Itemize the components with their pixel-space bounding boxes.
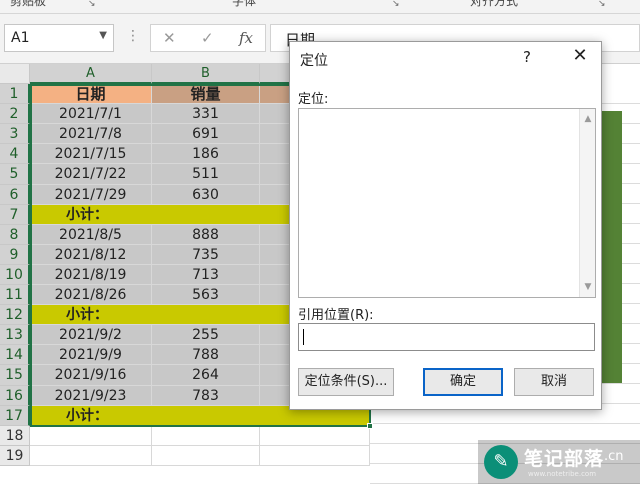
cell-empty[interactable] xyxy=(260,446,370,466)
row-header[interactable]: 14 xyxy=(0,345,30,365)
row-header[interactable]: 11 xyxy=(0,285,30,305)
font-launcher-icon[interactable]: ↘ xyxy=(392,0,402,9)
cell-date[interactable]: 2021/8/12 xyxy=(30,245,152,265)
cell-date[interactable]: 2021/7/15 xyxy=(30,144,152,164)
clipboard-launcher-icon[interactable]: ↘ xyxy=(88,0,98,9)
cell-date[interactable]: 2021/7/1 xyxy=(30,104,152,124)
cell-empty[interactable] xyxy=(152,426,260,446)
pen-logo-icon: ✎ xyxy=(484,445,518,479)
cell-sales[interactable]: 630 xyxy=(152,185,260,205)
column-header-b[interactable]: B xyxy=(152,64,260,84)
cell-sales[interactable]: 331 xyxy=(152,104,260,124)
help-icon[interactable]: ? xyxy=(523,48,531,66)
cell-date[interactable]: 2021/9/2 xyxy=(30,325,152,345)
cell-sales[interactable]: 264 xyxy=(152,365,260,386)
scroll-down-icon[interactable]: ▼ xyxy=(580,279,596,295)
row-header[interactable]: 15 xyxy=(0,365,30,386)
cell-date[interactable]: 2021/9/16 xyxy=(30,365,152,386)
cell-sales[interactable]: 783 xyxy=(152,386,260,406)
watermark: ✎ 笔记部落 .cn www.notetribe.com xyxy=(478,440,640,484)
scrollbar[interactable]: ▲ ▼ xyxy=(579,109,595,297)
reference-input[interactable] xyxy=(298,323,595,351)
name-box[interactable]: A1 ▼ xyxy=(4,24,114,52)
row-header[interactable]: 4 xyxy=(0,144,30,164)
cell-date[interactable]: 2021/8/5 xyxy=(30,225,152,245)
cell-sales[interactable]: 888 xyxy=(152,225,260,245)
row-header[interactable]: 18 xyxy=(0,426,30,446)
cell-sales[interactable]: 563 xyxy=(152,285,260,305)
row-header[interactable]: 10 xyxy=(0,265,30,285)
row-header[interactable]: 1 xyxy=(0,84,30,104)
row-header[interactable]: 17 xyxy=(0,406,30,426)
row-header[interactable]: 9 xyxy=(0,245,30,265)
row-header[interactable]: 3 xyxy=(0,124,30,144)
cell-date[interactable]: 2021/7/29 xyxy=(30,185,152,205)
cell-empty[interactable] xyxy=(260,426,370,446)
row-header[interactable]: 12 xyxy=(0,305,30,325)
function-icon[interactable]: fx xyxy=(239,29,253,47)
cell-sales[interactable]: 186 xyxy=(152,144,260,164)
cell-sales[interactable]: 788 xyxy=(152,345,260,365)
cell-header-date[interactable]: 日期 xyxy=(30,84,152,104)
cancel-icon[interactable]: ✕ xyxy=(163,29,176,47)
cell-sales[interactable]: 511 xyxy=(152,164,260,185)
row-header[interactable]: 2 xyxy=(0,104,30,124)
column-header-c[interactable] xyxy=(260,64,290,84)
cell-c[interactable] xyxy=(260,84,290,104)
row-header[interactable]: 6 xyxy=(0,185,30,205)
ribbon-group-font: 字体 xyxy=(232,0,257,8)
green-shape xyxy=(602,111,622,383)
row-header[interactable]: 5 xyxy=(0,164,30,185)
reference-label: 引用位置(R): xyxy=(298,308,374,323)
column-header-a[interactable]: A xyxy=(30,64,152,84)
cell-sales[interactable]: 255 xyxy=(152,325,260,345)
cell-sales[interactable]: 691 xyxy=(152,124,260,144)
cell-date[interactable]: 2021/8/26 xyxy=(30,285,152,305)
ribbon-group-clipboard: 剪贴板 xyxy=(10,0,47,8)
cell-header-sales[interactable]: 销量 xyxy=(152,84,260,104)
ribbon-group-alignment: 对齐方式 xyxy=(470,0,519,8)
row-header[interactable]: 7 xyxy=(0,205,30,225)
cell-empty[interactable] xyxy=(30,426,152,446)
watermark-suffix: .cn xyxy=(604,449,624,464)
cell-date[interactable]: 2021/9/9 xyxy=(30,345,152,365)
watermark-url: www.notetribe.com xyxy=(528,470,597,478)
ribbon-group-labels: 剪贴板 ↘ 字体 ↘ 对齐方式 ↘ xyxy=(0,0,640,14)
cell-date[interactable]: 2021/8/19 xyxy=(30,265,152,285)
row-header[interactable]: 16 xyxy=(0,386,30,406)
cell-date[interactable]: 2021/7/22 xyxy=(30,164,152,185)
name-box-value: A1 xyxy=(11,30,30,46)
select-all-corner[interactable] xyxy=(0,64,30,84)
watermark-brand: 笔记部落 xyxy=(524,448,605,470)
cell-empty[interactable] xyxy=(30,446,152,466)
enter-icon[interactable]: ✓ xyxy=(201,29,214,47)
text-caret xyxy=(303,329,304,345)
ok-button[interactable]: 确定 xyxy=(423,368,503,396)
goto-dialog: 定位 ? ✕ 定位: ▲ ▼ 引用位置(R): 定位条件(S)... 确定 取消 xyxy=(289,41,602,410)
cell-sales[interactable]: 735 xyxy=(152,245,260,265)
scroll-up-icon[interactable]: ▲ xyxy=(580,111,596,127)
row-header[interactable]: 19 xyxy=(0,446,30,466)
special-button[interactable]: 定位条件(S)... xyxy=(298,368,394,396)
resize-handle-icon[interactable]: ⋮ xyxy=(126,28,140,44)
cancel-button[interactable]: 取消 xyxy=(514,368,594,396)
row-header[interactable]: 8 xyxy=(0,225,30,245)
cell-sales[interactable]: 713 xyxy=(152,265,260,285)
formula-buttons: ✕ ✓ fx xyxy=(150,24,266,52)
alignment-launcher-icon[interactable]: ↘ xyxy=(598,0,608,9)
goto-list[interactable]: ▲ ▼ xyxy=(298,108,596,298)
close-icon[interactable]: ✕ xyxy=(568,44,592,68)
dialog-title: 定位 xyxy=(300,53,328,69)
chevron-down-icon[interactable]: ▼ xyxy=(99,30,107,41)
goto-label: 定位: xyxy=(298,92,329,107)
cell-date[interactable]: 2021/7/8 xyxy=(30,124,152,144)
fill-handle[interactable] xyxy=(367,423,373,429)
cell-date[interactable]: 2021/9/23 xyxy=(30,386,152,406)
row-header[interactable]: 13 xyxy=(0,325,30,345)
cell-empty[interactable] xyxy=(152,446,260,466)
